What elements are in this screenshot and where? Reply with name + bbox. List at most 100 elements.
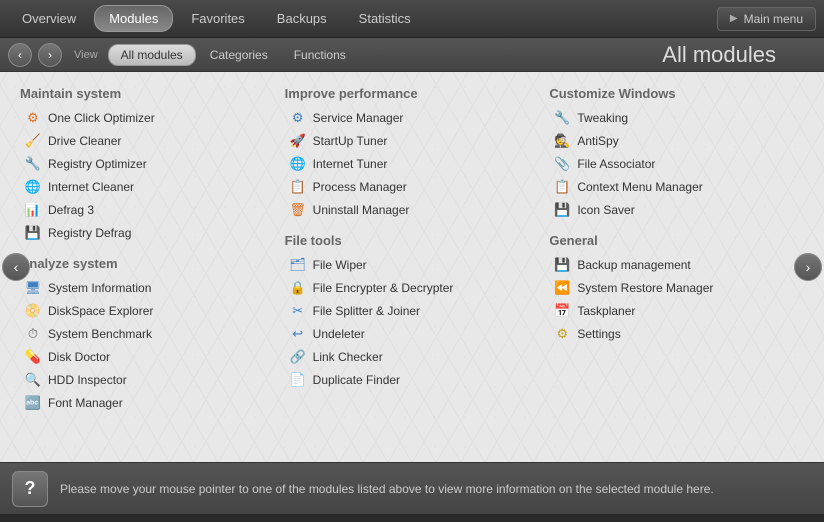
tab-backups[interactable]: Backups: [263, 6, 341, 31]
file-wiper-label: File Wiper: [313, 258, 367, 272]
module-one-click-optimizer[interactable]: ⚙ One Click Optimizer: [20, 107, 275, 129]
one-click-optimizer-icon: ⚙: [24, 109, 42, 127]
uninstall-manager-icon: 🗑: [289, 201, 307, 219]
settings-icon: ⚙: [553, 325, 571, 343]
module-system-benchmark[interactable]: ⏱ System Benchmark: [20, 323, 275, 345]
defrag3-label: Defrag 3: [48, 203, 94, 217]
module-file-associator[interactable]: 📎 File Associator: [549, 153, 804, 175]
internet-tuner-icon: 🌐: [289, 155, 307, 173]
module-registry-defrag[interactable]: 💾 Registry Defrag: [20, 222, 275, 244]
status-message: Please move your mouse pointer to one of…: [60, 482, 714, 496]
tab-favorites[interactable]: Favorites: [177, 6, 258, 31]
pill-functions[interactable]: Functions: [282, 44, 358, 66]
startup-tuner-icon: 🚀: [289, 132, 307, 150]
duplicate-finder-icon: 📄: [289, 371, 307, 389]
module-file-encrypter[interactable]: 🔒 File Encrypter & Decrypter: [285, 277, 540, 299]
module-taskplaner[interactable]: 📅 Taskplaner: [549, 300, 804, 322]
module-undeleter[interactable]: ↩ Undeleter: [285, 323, 540, 345]
module-tweaking[interactable]: 🔧 Tweaking: [549, 107, 804, 129]
defrag3-icon: 📊: [24, 201, 42, 219]
pill-all-modules[interactable]: All modules: [108, 44, 196, 66]
internet-cleaner-icon: 🌐: [24, 178, 42, 196]
file-encrypter-label: File Encrypter & Decrypter: [313, 281, 454, 295]
registry-defrag-icon: 💾: [24, 224, 42, 242]
file-associator-icon: 📎: [553, 155, 571, 173]
undeleter-label: Undeleter: [313, 327, 365, 341]
module-registry-optimizer[interactable]: 🔧 Registry Optimizer: [20, 153, 275, 175]
module-startup-tuner[interactable]: 🚀 StartUp Tuner: [285, 130, 540, 152]
page-title: All modules: [662, 42, 776, 68]
duplicate-finder-label: Duplicate Finder: [313, 373, 400, 387]
disk-doctor-label: Disk Doctor: [48, 350, 110, 364]
file-associator-label: File Associator: [577, 157, 655, 171]
column-maintain: Maintain system ⚙ One Click Optimizer 🧹 …: [15, 82, 280, 452]
file-wiper-icon: 🗂: [289, 256, 307, 274]
section-title-customize: Customize Windows: [549, 86, 804, 101]
taskplaner-label: Taskplaner: [577, 304, 635, 318]
module-link-checker[interactable]: 🔗 Link Checker: [285, 346, 540, 368]
module-duplicate-finder[interactable]: 📄 Duplicate Finder: [285, 369, 540, 391]
diskspace-explorer-icon: 📀: [24, 302, 42, 320]
module-internet-cleaner[interactable]: 🌐 Internet Cleaner: [20, 176, 275, 198]
module-drive-cleaner[interactable]: 🧹 Drive Cleaner: [20, 130, 275, 152]
forward-button[interactable]: ›: [38, 43, 62, 67]
taskplaner-icon: 📅: [553, 302, 571, 320]
hdd-inspector-icon: 🔍: [24, 371, 42, 389]
drive-cleaner-label: Drive Cleaner: [48, 134, 121, 148]
back-button[interactable]: ‹: [8, 43, 32, 67]
icon-saver-icon: 💾: [553, 201, 571, 219]
section-title-improve: Improve performance: [285, 86, 540, 101]
system-benchmark-icon: ⏱: [24, 325, 42, 343]
module-uninstall-manager[interactable]: 🗑 Uninstall Manager: [285, 199, 540, 221]
module-system-information[interactable]: 🖥 System Information: [20, 277, 275, 299]
startup-tuner-label: StartUp Tuner: [313, 134, 388, 148]
tweaking-icon: 🔧: [553, 109, 571, 127]
pill-categories[interactable]: Categories: [198, 44, 280, 66]
module-file-wiper[interactable]: 🗂 File Wiper: [285, 254, 540, 276]
module-font-manager[interactable]: 🔤 Font Manager: [20, 392, 275, 414]
antispy-icon: 🕵: [553, 132, 571, 150]
module-file-splitter[interactable]: ✂ File Splitter & Joiner: [285, 300, 540, 322]
undeleter-icon: ↩: [289, 325, 307, 343]
backup-management-icon: 💾: [553, 256, 571, 274]
context-menu-manager-icon: 📋: [553, 178, 571, 196]
scroll-right-arrow[interactable]: ›: [794, 253, 822, 281]
section-title-analyze: Analyze system: [20, 256, 275, 271]
disk-doctor-icon: 💊: [24, 348, 42, 366]
tab-statistics[interactable]: Statistics: [345, 6, 425, 31]
module-settings[interactable]: ⚙ Settings: [549, 323, 804, 345]
hdd-inspector-label: HDD Inspector: [48, 373, 127, 387]
main-menu-button[interactable]: Main menu: [717, 7, 816, 31]
module-context-menu-manager[interactable]: 📋 Context Menu Manager: [549, 176, 804, 198]
link-checker-label: Link Checker: [313, 350, 383, 364]
top-nav: Overview Modules Favorites Backups Stati…: [0, 0, 824, 38]
column-improve: Improve performance ⚙ Service Manager 🚀 …: [280, 82, 545, 452]
tab-modules[interactable]: Modules: [94, 5, 173, 32]
font-manager-label: Font Manager: [48, 396, 123, 410]
module-service-manager[interactable]: ⚙ Service Manager: [285, 107, 540, 129]
tweaking-label: Tweaking: [577, 111, 628, 125]
module-diskspace-explorer[interactable]: 📀 DiskSpace Explorer: [20, 300, 275, 322]
font-manager-icon: 🔤: [24, 394, 42, 412]
service-manager-label: Service Manager: [313, 111, 404, 125]
module-icon-saver[interactable]: 💾 Icon Saver: [549, 199, 804, 221]
module-antispy[interactable]: 🕵 AntiSpy: [549, 130, 804, 152]
uninstall-manager-label: Uninstall Manager: [313, 203, 410, 217]
module-backup-management[interactable]: 💾 Backup management: [549, 254, 804, 276]
help-button[interactable]: ?: [12, 471, 48, 507]
tab-overview[interactable]: Overview: [8, 6, 90, 31]
module-system-restore-manager[interactable]: ⏪ System Restore Manager: [549, 277, 804, 299]
module-internet-tuner[interactable]: 🌐 Internet Tuner: [285, 153, 540, 175]
file-splitter-label: File Splitter & Joiner: [313, 304, 420, 318]
module-process-manager[interactable]: 📋 Process Manager: [285, 176, 540, 198]
system-restore-manager-icon: ⏪: [553, 279, 571, 297]
module-disk-doctor[interactable]: 💊 Disk Doctor: [20, 346, 275, 368]
main-content: ‹ › Maintain system ⚙ One Click Optimize…: [0, 72, 824, 462]
registry-optimizer-label: Registry Optimizer: [48, 157, 147, 171]
backup-management-label: Backup management: [577, 258, 690, 272]
module-defrag3[interactable]: 📊 Defrag 3: [20, 199, 275, 221]
module-hdd-inspector[interactable]: 🔍 HDD Inspector: [20, 369, 275, 391]
file-encrypter-icon: 🔒: [289, 279, 307, 297]
process-manager-icon: 📋: [289, 178, 307, 196]
scroll-left-arrow[interactable]: ‹: [2, 253, 30, 281]
